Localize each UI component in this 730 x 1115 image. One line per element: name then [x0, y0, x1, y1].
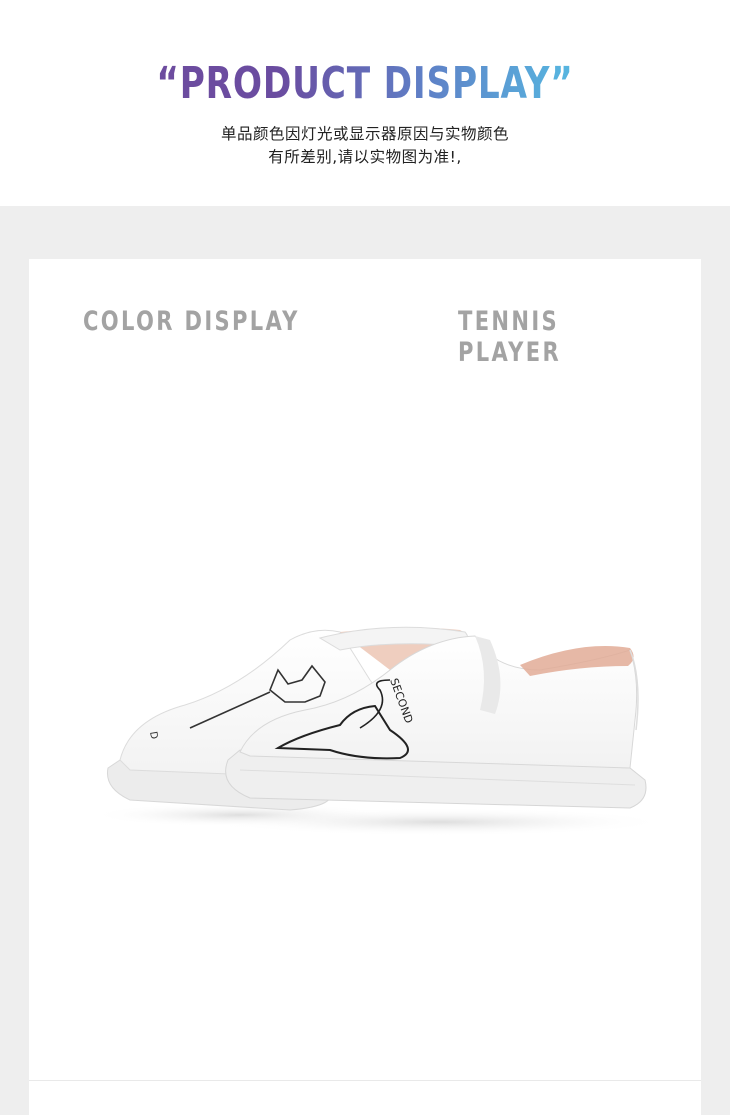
- tennis-player-label: TENNIS PLAYER: [458, 306, 562, 368]
- header-section: “PRODUCT DISPLAY” 单品颜色因灯光或显示器原因与实物颜色 有所差…: [0, 0, 730, 206]
- subtitle-line-1: 单品颜色因灯光或显示器原因与实物颜色: [220, 125, 509, 143]
- card-divider: [29, 1080, 701, 1081]
- color-display-label: COLOR DISPLAY: [83, 306, 300, 337]
- product-image-white-slip-on-sneakers: D SECOND: [90, 626, 660, 836]
- subtitle-line-2: 有所差别,请以实物图为准!,: [268, 148, 462, 166]
- page-title: “PRODUCT DISPLAY”: [80, 58, 649, 109]
